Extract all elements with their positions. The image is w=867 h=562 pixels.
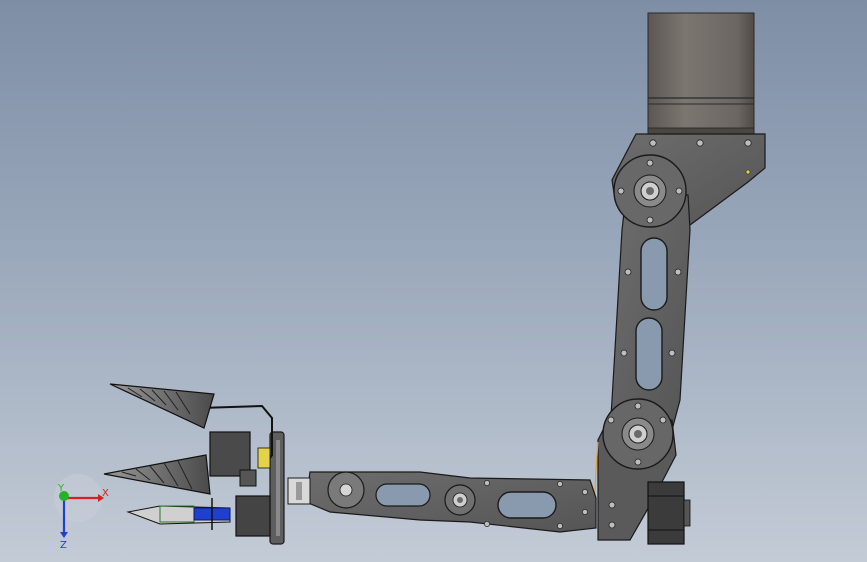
gripper-upper-finger [109, 383, 215, 429]
z-axis-arrowhead [60, 532, 68, 538]
stepper-motor [647, 481, 691, 545]
gripper-lower-finger [103, 454, 211, 495]
wrist-shaft [287, 477, 311, 505]
x-axis-label: X [102, 488, 109, 499]
upper-arm-link [609, 194, 691, 431]
robot-arm-model[interactable]: X Y Z [0, 0, 867, 562]
shoulder-joint [613, 154, 687, 228]
motor-cylinder [647, 12, 755, 135]
cad-viewport[interactable]: X Y Z [0, 0, 867, 562]
z-axis-label: Z [60, 540, 67, 551]
y-axis-label: Y [57, 483, 65, 494]
coordinate-triad: X Y Z [54, 474, 109, 551]
gripper-lead-screw [126, 498, 231, 530]
